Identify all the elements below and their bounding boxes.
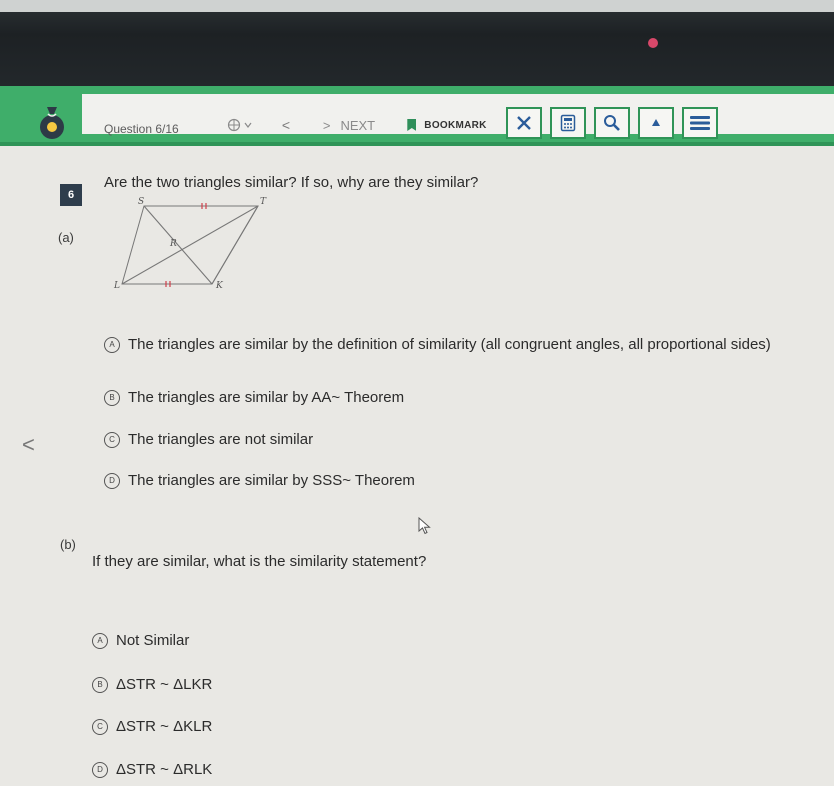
bookmark-icon	[407, 119, 417, 131]
option-radio[interactable]: B	[92, 676, 108, 693]
question-number-badge: 6	[60, 184, 82, 206]
option-radio[interactable]: D	[92, 761, 108, 778]
bookmark-button[interactable]: BOOKMARK	[396, 110, 498, 140]
option-radio[interactable]: C	[104, 431, 120, 448]
vertex-r: R	[169, 239, 177, 249]
menu-icon	[690, 116, 710, 130]
vertex-l: L	[113, 281, 120, 291]
option-text: The triangles are not similar	[128, 431, 314, 448]
option-radio[interactable]: C	[92, 718, 108, 735]
bezel-top-strip	[0, 0, 834, 12]
chevron-right-icon: >	[322, 117, 331, 133]
option-text: ΔSTR ~ ΔLKR	[116, 676, 213, 693]
app-logo-icon	[40, 107, 64, 139]
next-button[interactable]: > NEXT	[318, 110, 380, 140]
part-b-option-b[interactable]: B ΔSTR ~ ΔLKR	[92, 676, 212, 693]
part-b-option-c[interactable]: C ΔSTR ~ ΔKLR	[92, 718, 212, 735]
language-dropdown[interactable]	[222, 110, 260, 140]
highlighter-tool-button[interactable]	[638, 107, 674, 139]
calculator-icon	[560, 114, 576, 132]
globe-icon	[227, 118, 252, 132]
option-radio[interactable]: A	[104, 336, 120, 353]
mouse-cursor-icon	[418, 517, 431, 535]
vertex-t: T	[260, 197, 267, 207]
previous-button[interactable]: <	[270, 110, 302, 140]
monitor-bezel	[0, 0, 834, 86]
option-text: Not Similar	[116, 632, 190, 649]
option-radio[interactable]: D	[104, 472, 120, 489]
option-text: ΔSTR ~ ΔKLR	[116, 718, 213, 735]
vertex-s: S	[138, 197, 144, 207]
next-label: NEXT	[340, 117, 376, 133]
part-a-option-b[interactable]: B The triangles are similar by AA~ Theor…	[104, 389, 404, 406]
option-radio[interactable]: A	[92, 632, 108, 649]
option-radio[interactable]: B	[104, 389, 120, 406]
question-prompt: Are the two triangles similar? If so, wh…	[104, 174, 479, 191]
menu-tool-button[interactable]	[682, 107, 718, 139]
part-b-label: (b)	[60, 537, 76, 552]
cross-out-tool-button[interactable]	[506, 107, 542, 139]
part-a-option-a[interactable]: A The triangles are similar by the defin…	[104, 336, 771, 353]
highlighter-icon	[652, 119, 660, 126]
magnifier-tool-button[interactable]	[594, 107, 630, 139]
part-b-option-a[interactable]: A Not Similar	[92, 632, 189, 649]
option-text: ΔSTR ~ ΔRLK	[116, 761, 213, 778]
close-icon	[517, 116, 531, 130]
triangle-figure: S T R L K	[113, 197, 267, 291]
bookmark-label: BOOKMARK	[424, 119, 487, 131]
part-a-label: (a)	[58, 230, 74, 245]
part-b-option-d[interactable]: D ΔSTR ~ ΔRLK	[92, 761, 212, 778]
part-a-option-c[interactable]: C The triangles are not similar	[104, 431, 313, 448]
part-b-prompt: If they are similar, what is the similar…	[92, 553, 427, 570]
question-counter: Question 6/16	[104, 122, 179, 136]
option-text: The triangles are similar by the definit…	[128, 336, 771, 353]
vertex-k: K	[215, 281, 224, 291]
option-text: The triangles are similar by AA~ Theorem	[128, 389, 405, 406]
search-icon	[604, 115, 620, 131]
calculator-tool-button[interactable]	[550, 107, 586, 139]
part-a-option-d[interactable]: D The triangles are similar by SSS~ Theo…	[104, 472, 415, 489]
collapse-sidebar-arrow[interactable]: <	[22, 432, 35, 458]
power-led	[648, 38, 658, 48]
option-text: The triangles are similar by SSS~ Theore…	[128, 472, 415, 489]
chevron-left-icon: <	[281, 117, 291, 133]
